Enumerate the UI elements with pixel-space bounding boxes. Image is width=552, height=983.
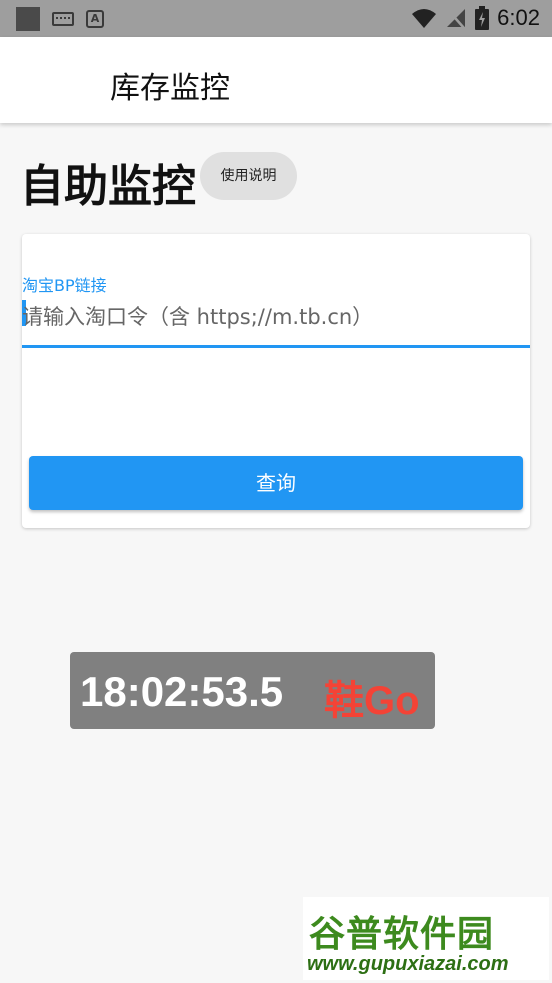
status-time: 6:02 — [497, 5, 540, 30]
app-bar: 库存监控 — [0, 37, 552, 123]
page-title: 自助监控 — [20, 161, 196, 212]
usage-instructions-button[interactable]: 使用说明 — [200, 152, 297, 200]
watermark-logo: 谷普软件园 www.gupuxiazai.com — [303, 897, 549, 980]
notification-square-icon — [16, 7, 40, 31]
status-bar-left: A — [16, 7, 104, 31]
overlay-time: 18:02:53.5 — [80, 668, 284, 715]
wifi-icon — [412, 9, 437, 28]
battery-charging-icon — [475, 6, 490, 30]
status-bar-right: 6:02 — [411, 5, 540, 31]
watermark-title: 谷普软件园 — [309, 914, 495, 955]
clock-overlay: 18:02:53.5 鞋Go — [70, 652, 435, 729]
keyboard-icon — [52, 12, 74, 26]
font-app-icon: A — [86, 10, 104, 28]
query-button[interactable]: 查询 — [29, 456, 523, 510]
no-signal-icon — [447, 9, 466, 29]
watermark-url: www.gupuxiazai.com — [307, 953, 509, 975]
app-bar-title: 库存监控 — [110, 71, 230, 106]
query-card: 淘宝BP链接 查询 — [22, 234, 530, 528]
status-bar: A 6:02 — [0, 0, 552, 37]
taobao-link-input[interactable] — [22, 296, 530, 348]
overlay-brand: 鞋Go — [324, 679, 420, 723]
taobao-link-label: 淘宝BP链接 — [22, 276, 107, 295]
